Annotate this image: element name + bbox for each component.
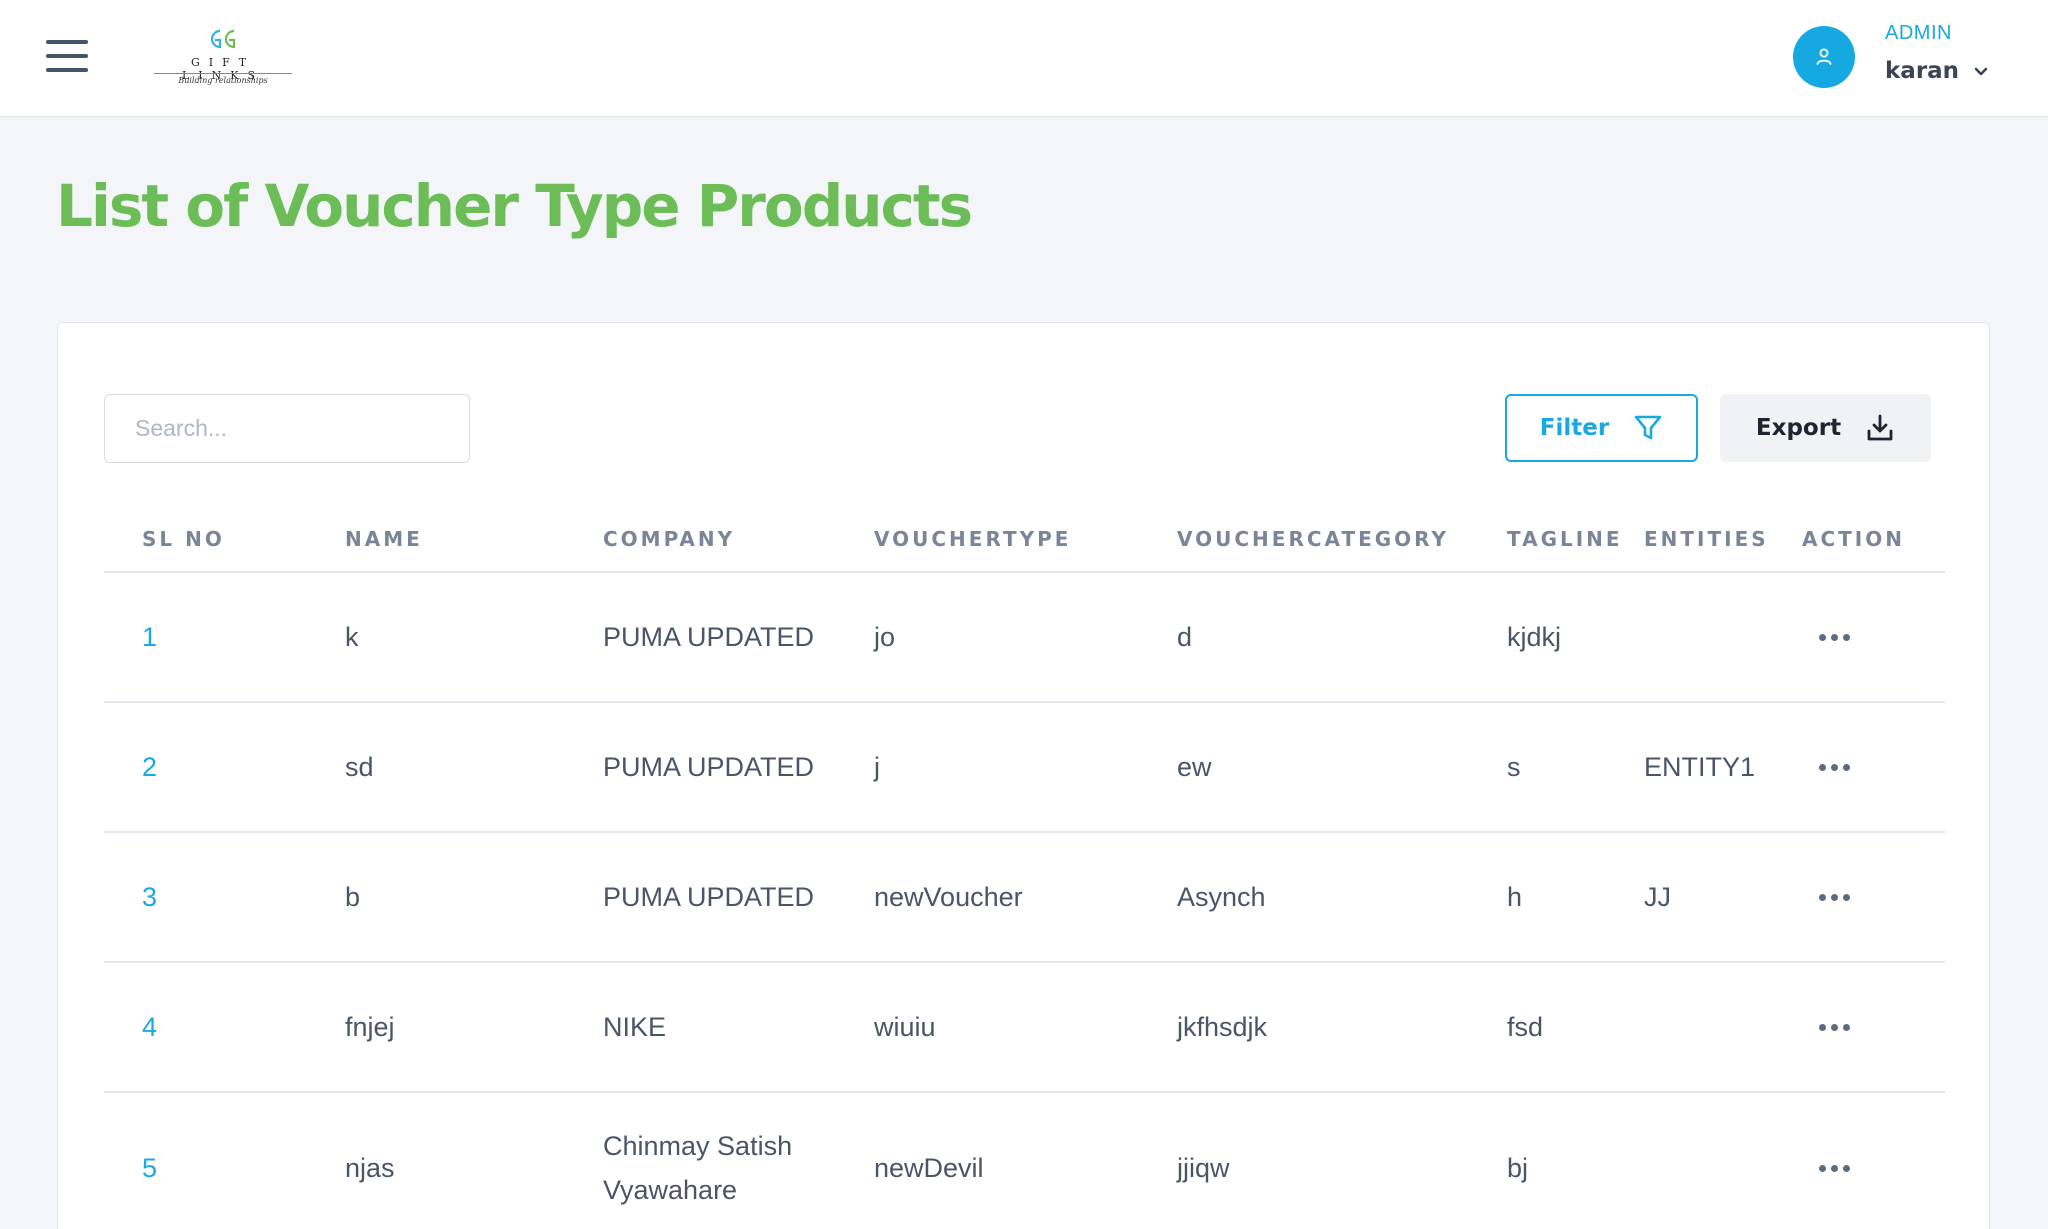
cell-name: sd: [345, 751, 374, 782]
cell-vouchercategory: jjiqw: [1177, 1152, 1230, 1183]
user-name: karan: [1885, 58, 1960, 84]
user-icon: [1816, 48, 1832, 65]
column-header-vouchertype[interactable]: VOUCHERTYPE: [874, 527, 1071, 551]
column-header-entities[interactable]: ENTITIES: [1644, 527, 1769, 551]
cell-company: PUMA UPDATED: [603, 621, 815, 652]
table-row[interactable]: 1 k PUMA UPDATED jo d kjdkj: [104, 573, 1945, 703]
column-header-action: ACTION: [1802, 527, 1905, 551]
cell-vouchercategory: jkfhsdjk: [1177, 1011, 1268, 1042]
logo-divider: [154, 73, 292, 74]
more-horizontal-icon[interactable]: [1819, 703, 1850, 831]
user-menu-toggle[interactable]: karan: [1885, 58, 1989, 84]
table-row[interactable]: 3 b PUMA UPDATED newVoucher Asynch h JJ: [104, 833, 1945, 963]
user-role: ADMIN: [1885, 22, 1952, 44]
cell-vouchercategory: Asynch: [1177, 881, 1266, 912]
cell-tagline: bj: [1507, 1152, 1529, 1183]
cell-tagline: h: [1507, 881, 1523, 912]
cell-company: NIKE: [603, 1011, 667, 1042]
cell-name: fnjej: [345, 1011, 395, 1042]
more-horizontal-icon[interactable]: [1819, 833, 1850, 961]
cell-tagline: kjdkj: [1507, 621, 1562, 652]
column-header-sl-no[interactable]: SL NO: [142, 527, 225, 551]
cell-vouchercategory: ew: [1177, 751, 1212, 782]
products-card: Filter Export SL NO NAME COMPANY VOUCHER…: [57, 322, 1990, 1229]
cell-sl-no: 3: [142, 881, 158, 912]
cell-vouchertype: newVoucher: [874, 881, 1023, 912]
table-row[interactable]: 2 sd PUMA UPDATED j ew s ENTITY1: [104, 703, 1945, 833]
cell-vouchertype: j: [874, 751, 880, 782]
brand-logo[interactable]: GIFT LINKS Building relationships: [150, 26, 296, 92]
filter-button[interactable]: Filter: [1505, 394, 1698, 462]
column-header-vouchercategory[interactable]: VOUCHERCATEGORY: [1177, 527, 1449, 551]
cell-tagline: fsd: [1507, 1011, 1544, 1042]
cell-vouchertype: newDevil: [874, 1152, 984, 1183]
top-bar: GIFT LINKS Building relationships ADMIN …: [0, 0, 2048, 117]
hamburger-menu-icon[interactable]: [46, 40, 88, 72]
cell-tagline: s: [1507, 751, 1521, 782]
cell-vouchertype: jo: [874, 621, 896, 652]
cell-sl-no: 5: [142, 1152, 158, 1183]
column-header-tagline[interactable]: TAGLINE: [1507, 527, 1623, 551]
products-table: SL NO NAME COMPANY VOUCHERTYPE VOUCHERCA…: [104, 503, 1945, 1229]
more-horizontal-icon[interactable]: [1819, 573, 1850, 701]
cell-company: Chinmay Satish Vyawahare: [603, 1131, 793, 1205]
table-row[interactable]: 5 njas Chinmay Satish Vyawahare newDevil…: [104, 1093, 1945, 1229]
cell-entities: ENTITY1: [1644, 751, 1756, 782]
more-horizontal-icon[interactable]: [1819, 963, 1850, 1091]
export-label: Export: [1755, 415, 1842, 441]
page-title: List of Voucher Type Products: [56, 172, 973, 240]
user-avatar[interactable]: [1793, 26, 1855, 88]
download-icon: [1867, 414, 1893, 441]
table-row[interactable]: 4 fnjej NIKE wiuiu jkfhsdjk fsd: [104, 963, 1945, 1093]
cell-vouchercategory: d: [1177, 621, 1193, 652]
logo-tagline: Building relationships: [178, 76, 268, 85]
export-button[interactable]: Export: [1720, 394, 1931, 462]
column-header-company[interactable]: COMPANY: [603, 527, 735, 551]
cell-entities: JJ: [1644, 881, 1671, 912]
cell-name: b: [345, 881, 361, 912]
cell-company: PUMA UPDATED: [603, 881, 815, 912]
filter-label: Filter: [1539, 415, 1610, 441]
cell-company: PUMA UPDATED: [603, 751, 815, 782]
column-header-name[interactable]: NAME: [345, 527, 423, 551]
cell-sl-no: 2: [142, 751, 158, 782]
filter-icon: [1634, 415, 1662, 440]
more-horizontal-icon[interactable]: [1819, 1093, 1850, 1229]
cell-name: njas: [345, 1152, 395, 1183]
cell-sl-no: 4: [142, 1011, 158, 1042]
cell-sl-no: 1: [142, 621, 158, 652]
cell-name: k: [345, 621, 359, 652]
chevron-down-icon: [1973, 58, 1989, 84]
table-header: SL NO NAME COMPANY VOUCHERTYPE VOUCHERCA…: [104, 503, 1945, 573]
cell-vouchertype: wiuiu: [874, 1011, 936, 1042]
logo-mark-icon: [210, 29, 236, 49]
search-input[interactable]: [104, 394, 470, 463]
